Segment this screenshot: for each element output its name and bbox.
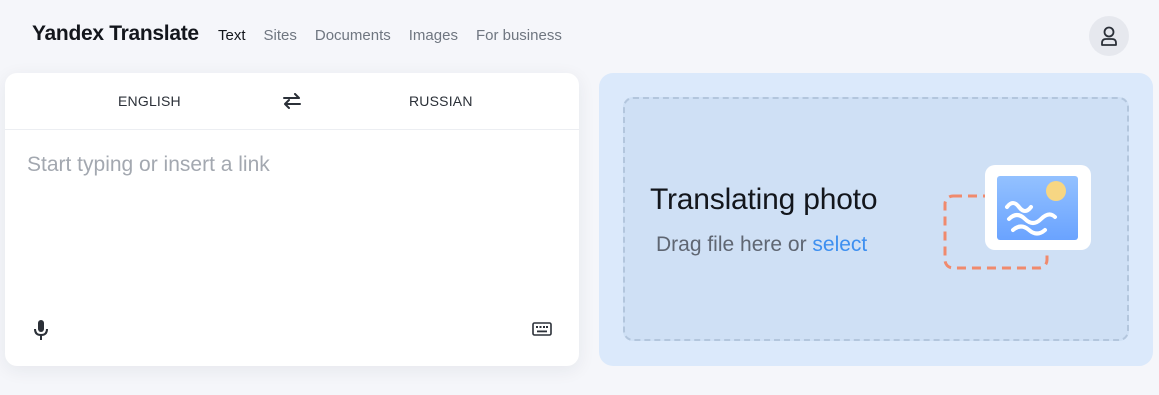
photo-subtitle: Drag file here or select [656,233,867,257]
nav-images[interactable]: Images [409,27,458,44]
swap-languages-button[interactable] [281,90,303,112]
source-language-select[interactable]: ENGLISH [118,93,181,109]
text-translator-panel: ENGLISH RUSSIAN [5,73,579,366]
nav-sites[interactable]: Sites [264,27,297,44]
nav-for-business[interactable]: For business [476,27,562,44]
photo-dropzone[interactable]: Translating photo Drag file here or sele… [623,97,1129,341]
language-bar: ENGLISH RUSSIAN [5,73,579,130]
logo[interactable]: Yandex Translate [32,22,199,46]
photo-subtitle-text: Drag file here or [656,233,813,256]
main-nav: Text Sites Documents Images For business [218,27,580,44]
header: Yandex Translate Text Sites Documents Im… [0,0,1159,72]
user-icon [1101,26,1117,46]
photo-translate-panel: Translating photo Drag file here or sele… [599,73,1153,366]
photo-title: Translating photo [650,183,878,216]
keyboard-icon [532,322,552,336]
virtual-keyboard-button[interactable] [531,319,553,339]
target-language-select[interactable]: RUSSIAN [409,93,473,109]
microphone-icon [34,320,48,340]
select-file-link[interactable]: select [812,233,867,256]
voice-input-button[interactable] [31,318,51,342]
nav-documents[interactable]: Documents [315,27,391,44]
nav-text[interactable]: Text [218,27,246,44]
source-text-input[interactable] [27,153,557,303]
image-icon [943,165,1091,270]
user-avatar-button[interactable] [1089,16,1129,56]
swap-icon [283,93,301,109]
